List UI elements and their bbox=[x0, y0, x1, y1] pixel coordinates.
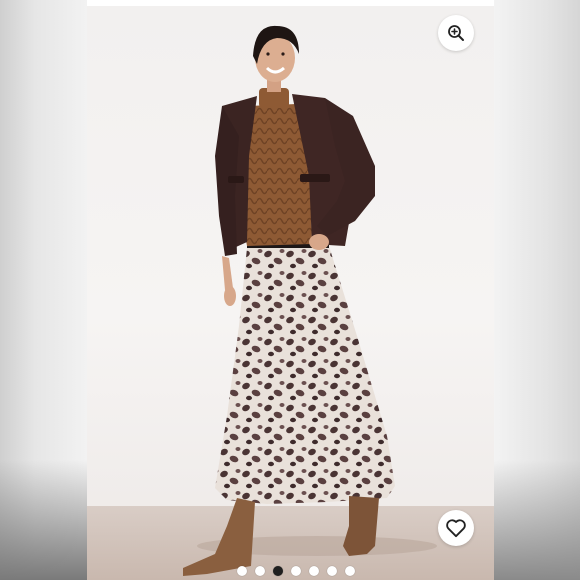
left-boot bbox=[183, 498, 255, 576]
gallery-pagination bbox=[0, 566, 580, 578]
leopard-skirt bbox=[215, 246, 395, 504]
product-photo[interactable] bbox=[87, 6, 494, 580]
right-boot bbox=[343, 496, 379, 556]
like-button[interactable] bbox=[438, 510, 474, 546]
zoom-button[interactable] bbox=[438, 15, 474, 51]
jacket-pocket-flap bbox=[300, 174, 330, 182]
pagination-dot[interactable] bbox=[291, 566, 301, 576]
left-forearm bbox=[222, 256, 233, 290]
pagination-dot[interactable] bbox=[255, 566, 265, 576]
zoom-in-icon bbox=[448, 25, 464, 41]
left-blurred-panel bbox=[0, 0, 87, 580]
jacket-pocket-flap-left bbox=[228, 176, 244, 183]
right-blurred-panel bbox=[494, 0, 580, 580]
eye-right bbox=[281, 52, 285, 56]
pagination-dot-active[interactable] bbox=[273, 566, 283, 576]
heart-icon bbox=[446, 519, 466, 538]
right-hand bbox=[309, 234, 329, 250]
eye-left bbox=[266, 52, 270, 56]
model-illustration bbox=[183, 25, 437, 576]
pagination-dot[interactable] bbox=[237, 566, 247, 576]
pagination-dot[interactable] bbox=[309, 566, 319, 576]
pagination-dot[interactable] bbox=[327, 566, 337, 576]
pagination-dot[interactable] bbox=[345, 566, 355, 576]
